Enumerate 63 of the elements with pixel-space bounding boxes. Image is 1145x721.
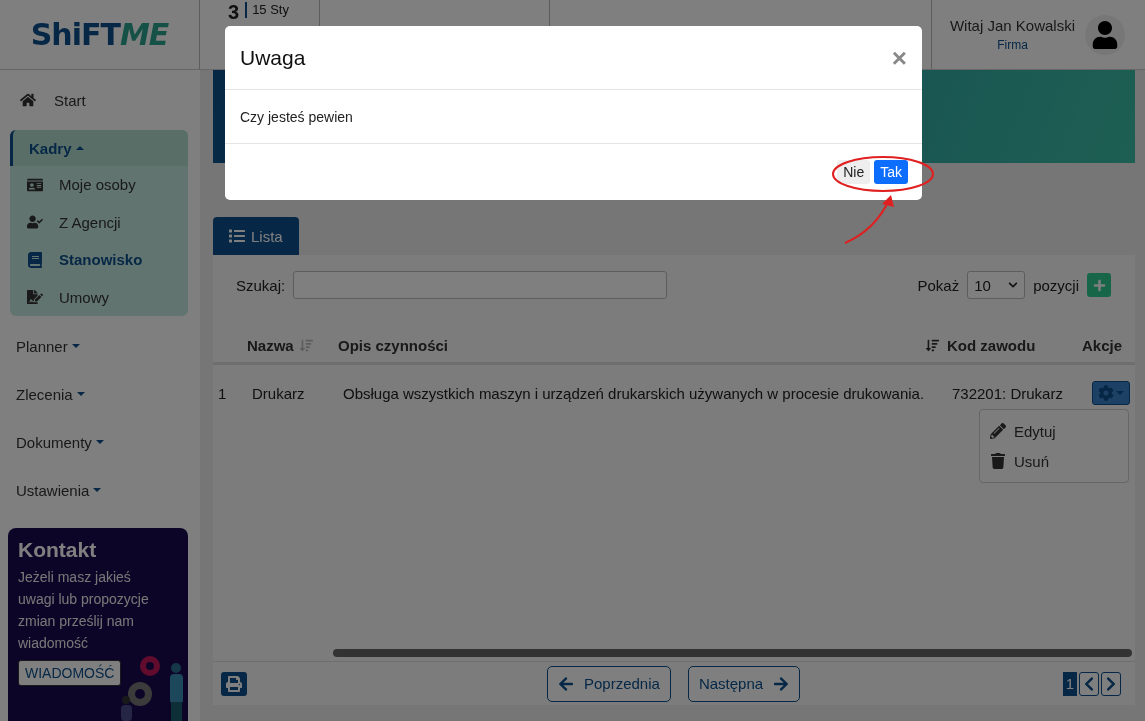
sort-icon[interactable] [926,339,939,352]
annotation-arrow [844,195,894,244]
company-link[interactable]: Firma [997,38,1028,52]
entries-label: pozycji [1033,276,1079,294]
menu-group[interactable]: Kadry [10,130,188,166]
contact-text: Jeżeli masz jakieś uwagi lub propozycje zmian prześlij nam wiadomość [18,568,150,653]
menu-icon [27,176,43,193]
scrollbar[interactable] [333,649,1132,657]
search-field[interactable] [293,271,668,299]
logo: ShiFTME [30,17,169,52]
arrow-right-icon [773,675,790,692]
previous-button[interactable]: Poprzednia [547,665,671,702]
menu-group[interactable]: Planner [10,322,188,370]
menu-item[interactable]: Stanowisko [10,241,188,279]
cancel-button[interactable]: Nie [837,160,871,184]
greeting: Witaj Jan Kowalski [949,17,1075,34]
menu-item[interactable]: Umowy [10,278,188,316]
table-cell-text: Obsługa wszystkich maszyn i urządzeń drukarskich używanych w procesie drukowania. [342,384,926,402]
menu-icon [27,214,43,231]
list-icon [229,228,245,244]
list-tab[interactable]: Lista [213,217,299,255]
close-button[interactable]: × [891,44,907,71]
arrow-left-icon [558,675,574,692]
table-cell-text: 732201: Drukarz [951,384,1064,402]
menu-icon [27,289,43,306]
page-size-select[interactable]: 10 [967,271,1026,299]
table-cell-text: Drukarz [251,384,306,402]
menu-group[interactable]: Ustawienia [10,466,188,514]
printer-icon [226,675,242,692]
dialog-message: Czy jesteś pewien [240,108,353,125]
page-link[interactable]: 1 [1063,671,1077,696]
column-header: Nazwa [247,337,294,354]
print-button[interactable] [221,671,247,696]
contact-title: Kontakt [18,538,98,562]
menu-item[interactable]: Moje osoby [10,166,188,204]
day-number: 3 [228,2,240,23]
date-text: 15 Sty [245,2,289,18]
start-link[interactable]: Start [0,80,200,120]
column-header: Akcje [1082,337,1123,354]
message-button[interactable]: WIADOMOŚĆ [18,660,122,686]
column-header: Kod zawodu [947,337,1036,354]
avatar-icon[interactable] [1085,14,1125,55]
plus-icon [1092,278,1106,292]
menu-group[interactable]: Dokumenty [10,418,188,466]
home-icon [20,92,36,108]
trash-icon [990,453,1006,469]
column-header: Opis czynności [338,337,449,354]
gear-icon [1098,385,1114,401]
menu-option[interactable]: Usuń [980,446,1128,476]
menu-option[interactable]: Edytuj [980,416,1128,446]
show-label: Pokaż [917,276,960,294]
next-button[interactable]: Następna [687,665,801,702]
search-label: Szukaj: [236,276,286,294]
previous-page-button[interactable] [1079,671,1099,696]
chevron-down-icon [1008,280,1019,290]
next-page-button[interactable] [1101,671,1121,696]
menu-group[interactable]: Zlecenia [10,370,188,418]
menu-item[interactable]: Z Agencji [10,203,188,241]
menu-icon [27,251,43,268]
pencil-icon [990,423,1006,439]
dialog-title: Uwaga [240,45,306,70]
confirm-button[interactable]: Tak [874,160,908,184]
row-number: 1 [217,384,228,402]
